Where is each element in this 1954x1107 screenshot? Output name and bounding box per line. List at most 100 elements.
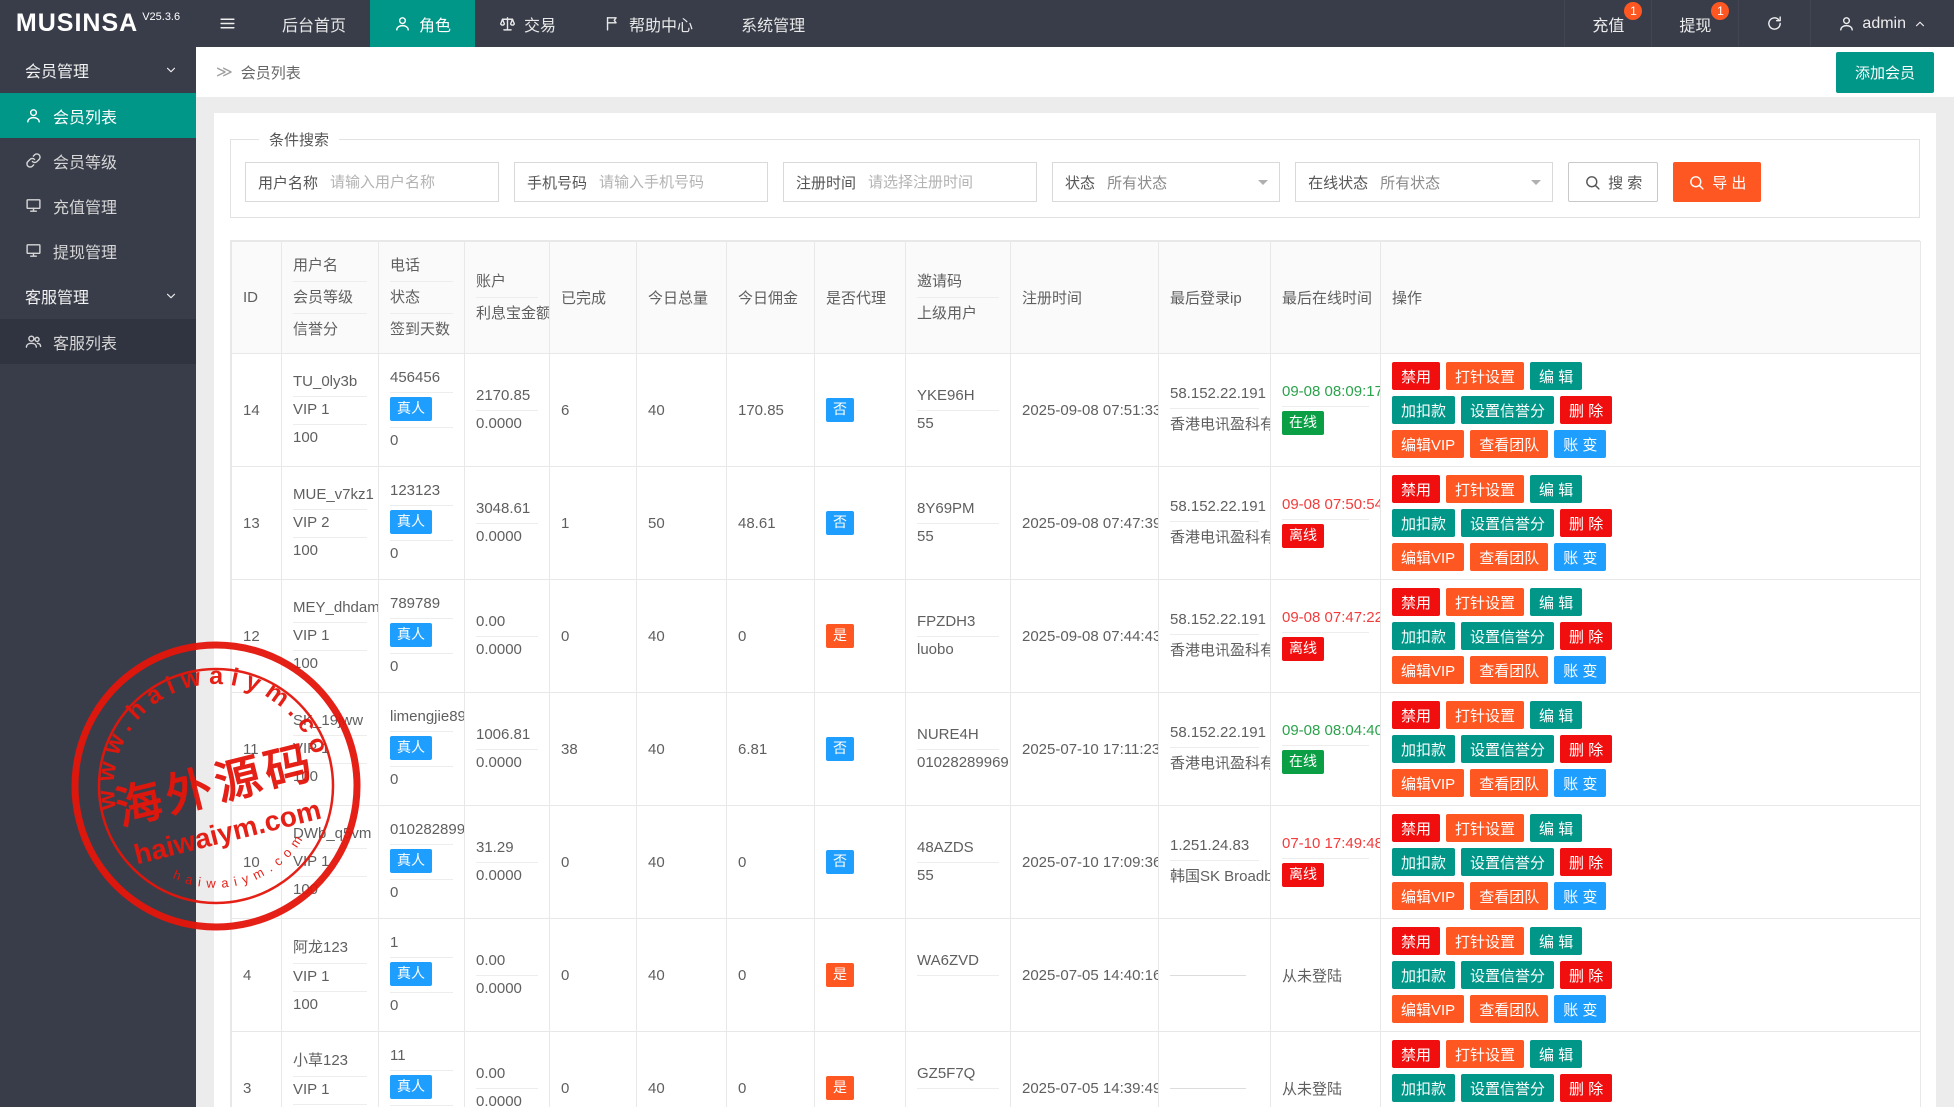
add-deduct-button[interactable]: 加扣款 [1392,735,1455,763]
inject-settings-button[interactable]: 打针设置 [1446,475,1524,503]
page-title: 会员列表 [241,62,301,83]
search-panel-legend: 条件搜索 [259,129,339,150]
cell-username: TU_0ly3bVIP 1100 [282,354,379,467]
edit-button[interactable]: 编 辑 [1530,588,1582,616]
online-status-select[interactable]: 所有状态 [1380,163,1552,201]
cell-today-commission: 170.85 [727,354,815,467]
nav-item-trade[interactable]: 交易 [475,0,580,47]
search-button[interactable]: 搜 索 [1568,162,1658,202]
disable-button[interactable]: 禁用 [1392,362,1440,390]
cell-line: 0.00 [476,948,538,975]
withdraw-nav-button[interactable]: 提现 1 [1651,0,1738,47]
edit-button[interactable]: 编 辑 [1530,475,1582,503]
action-buttons: 禁用打针设置编 辑加扣款设置信誉分删 除编辑VIP查看团队账 变 [1392,701,1909,797]
edit-vip-button[interactable]: 编辑VIP [1392,769,1464,797]
inject-settings-button[interactable]: 打针设置 [1446,927,1524,955]
nav-item-system[interactable]: 系统管理 [717,0,829,47]
disable-button[interactable]: 禁用 [1392,701,1440,729]
sidebar-item-member-level[interactable]: 会员等级 [0,138,196,183]
nav-item-home[interactable]: 后台首页 [258,0,370,47]
delete-button[interactable]: 删 除 [1560,1074,1612,1102]
view-team-button[interactable]: 查看团队 [1470,769,1548,797]
disable-button[interactable]: 禁用 [1392,588,1440,616]
sidebar-group-service-management[interactable]: 客服管理 [0,273,196,319]
delete-button[interactable]: 删 除 [1560,396,1612,424]
view-team-button[interactable]: 查看团队 [1470,995,1548,1023]
add-deduct-button[interactable]: 加扣款 [1392,509,1455,537]
delete-button[interactable]: 删 除 [1560,509,1612,537]
action-button-row: 编辑VIP查看团队账 变 [1392,656,1909,684]
view-team-button[interactable]: 查看团队 [1470,430,1548,458]
add-deduct-button[interactable]: 加扣款 [1392,622,1455,650]
cell-invite-code: 48AZDS55 [906,806,1011,919]
edit-vip-button[interactable]: 编辑VIP [1392,995,1464,1023]
inject-settings-button[interactable]: 打针设置 [1446,701,1524,729]
sidebar-item-withdraw-management[interactable]: 提现管理 [0,228,196,273]
balance-change-button[interactable]: 账 变 [1554,656,1606,684]
cell-line: 真人 [390,392,453,427]
action-button-row: 禁用打针设置编 辑 [1392,362,1909,390]
nav-item-roles[interactable]: 角色 [370,0,475,47]
disable-button[interactable]: 禁用 [1392,814,1440,842]
inject-settings-button[interactable]: 打针设置 [1446,362,1524,390]
people-icon [25,333,42,350]
add-member-button[interactable]: 添加会员 [1836,52,1934,93]
balance-change-button[interactable]: 账 变 [1554,995,1606,1023]
set-credit-button[interactable]: 设置信誉分 [1461,396,1554,424]
delete-button[interactable]: 删 除 [1560,735,1612,763]
inject-settings-button[interactable]: 打针设置 [1446,588,1524,616]
export-button[interactable]: 导 出 [1673,162,1761,202]
delete-button[interactable]: 删 除 [1560,961,1612,989]
add-deduct-button[interactable]: 加扣款 [1392,961,1455,989]
phone-input[interactable] [599,164,767,200]
nav-item-help-center[interactable]: 帮助中心 [580,0,717,47]
refresh-button[interactable] [1738,0,1810,47]
edit-vip-button[interactable]: 编辑VIP [1392,430,1464,458]
balance-change-button[interactable]: 账 变 [1554,543,1606,571]
sidebar-item-service-list[interactable]: 客服列表 [0,319,196,364]
disable-button[interactable]: 禁用 [1392,475,1440,503]
add-deduct-button[interactable]: 加扣款 [1392,396,1455,424]
edit-vip-button[interactable]: 编辑VIP [1392,882,1464,910]
view-team-button[interactable]: 查看团队 [1470,882,1548,910]
add-deduct-button[interactable]: 加扣款 [1392,1074,1455,1102]
cell-line: 0.0000 [476,975,538,1003]
balance-change-button[interactable]: 账 变 [1554,769,1606,797]
view-team-button[interactable]: 查看团队 [1470,656,1548,684]
sidebar-item-recharge-management[interactable]: 充值管理 [0,183,196,228]
set-credit-button[interactable]: 设置信誉分 [1461,1074,1554,1102]
menu-toggle-button[interactable] [196,0,258,47]
inject-settings-button[interactable]: 打针设置 [1446,814,1524,842]
view-team-button[interactable]: 查看团队 [1470,543,1548,571]
disable-button[interactable]: 禁用 [1392,1040,1440,1068]
edit-button[interactable]: 编 辑 [1530,927,1582,955]
set-credit-button[interactable]: 设置信誉分 [1461,961,1554,989]
inject-settings-button[interactable]: 打针设置 [1446,1040,1524,1068]
sidebar-group-member-management[interactable]: 会员管理 [0,47,196,93]
disable-button[interactable]: 禁用 [1392,927,1440,955]
edit-button[interactable]: 编 辑 [1530,701,1582,729]
delete-button[interactable]: 删 除 [1560,848,1612,876]
recharge-nav-button[interactable]: 充值 1 [1564,0,1651,47]
register-time-input[interactable] [868,164,1036,200]
edit-vip-button[interactable]: 编辑VIP [1392,543,1464,571]
status-select[interactable]: 所有状态 [1107,163,1279,201]
set-credit-button[interactable]: 设置信誉分 [1461,848,1554,876]
sidebar-item-member-list[interactable]: 会员列表 [0,93,196,138]
cell-line: VIP 1 [293,396,367,424]
delete-button[interactable]: 删 除 [1560,622,1612,650]
set-credit-button[interactable]: 设置信誉分 [1461,735,1554,763]
username-input[interactable] [330,164,498,200]
edit-button[interactable]: 编 辑 [1530,1040,1582,1068]
add-deduct-button[interactable]: 加扣款 [1392,848,1455,876]
cell-line: 58.152.22.191 [1170,494,1259,521]
balance-change-button[interactable]: 账 变 [1554,882,1606,910]
balance-change-button[interactable]: 账 变 [1554,430,1606,458]
user-menu[interactable]: admin [1810,0,1954,47]
set-credit-button[interactable]: 设置信誉分 [1461,509,1554,537]
edit-button[interactable]: 编 辑 [1530,814,1582,842]
set-credit-button[interactable]: 设置信誉分 [1461,622,1554,650]
edit-button[interactable]: 编 辑 [1530,362,1582,390]
refresh-icon [1766,15,1783,32]
edit-vip-button[interactable]: 编辑VIP [1392,656,1464,684]
